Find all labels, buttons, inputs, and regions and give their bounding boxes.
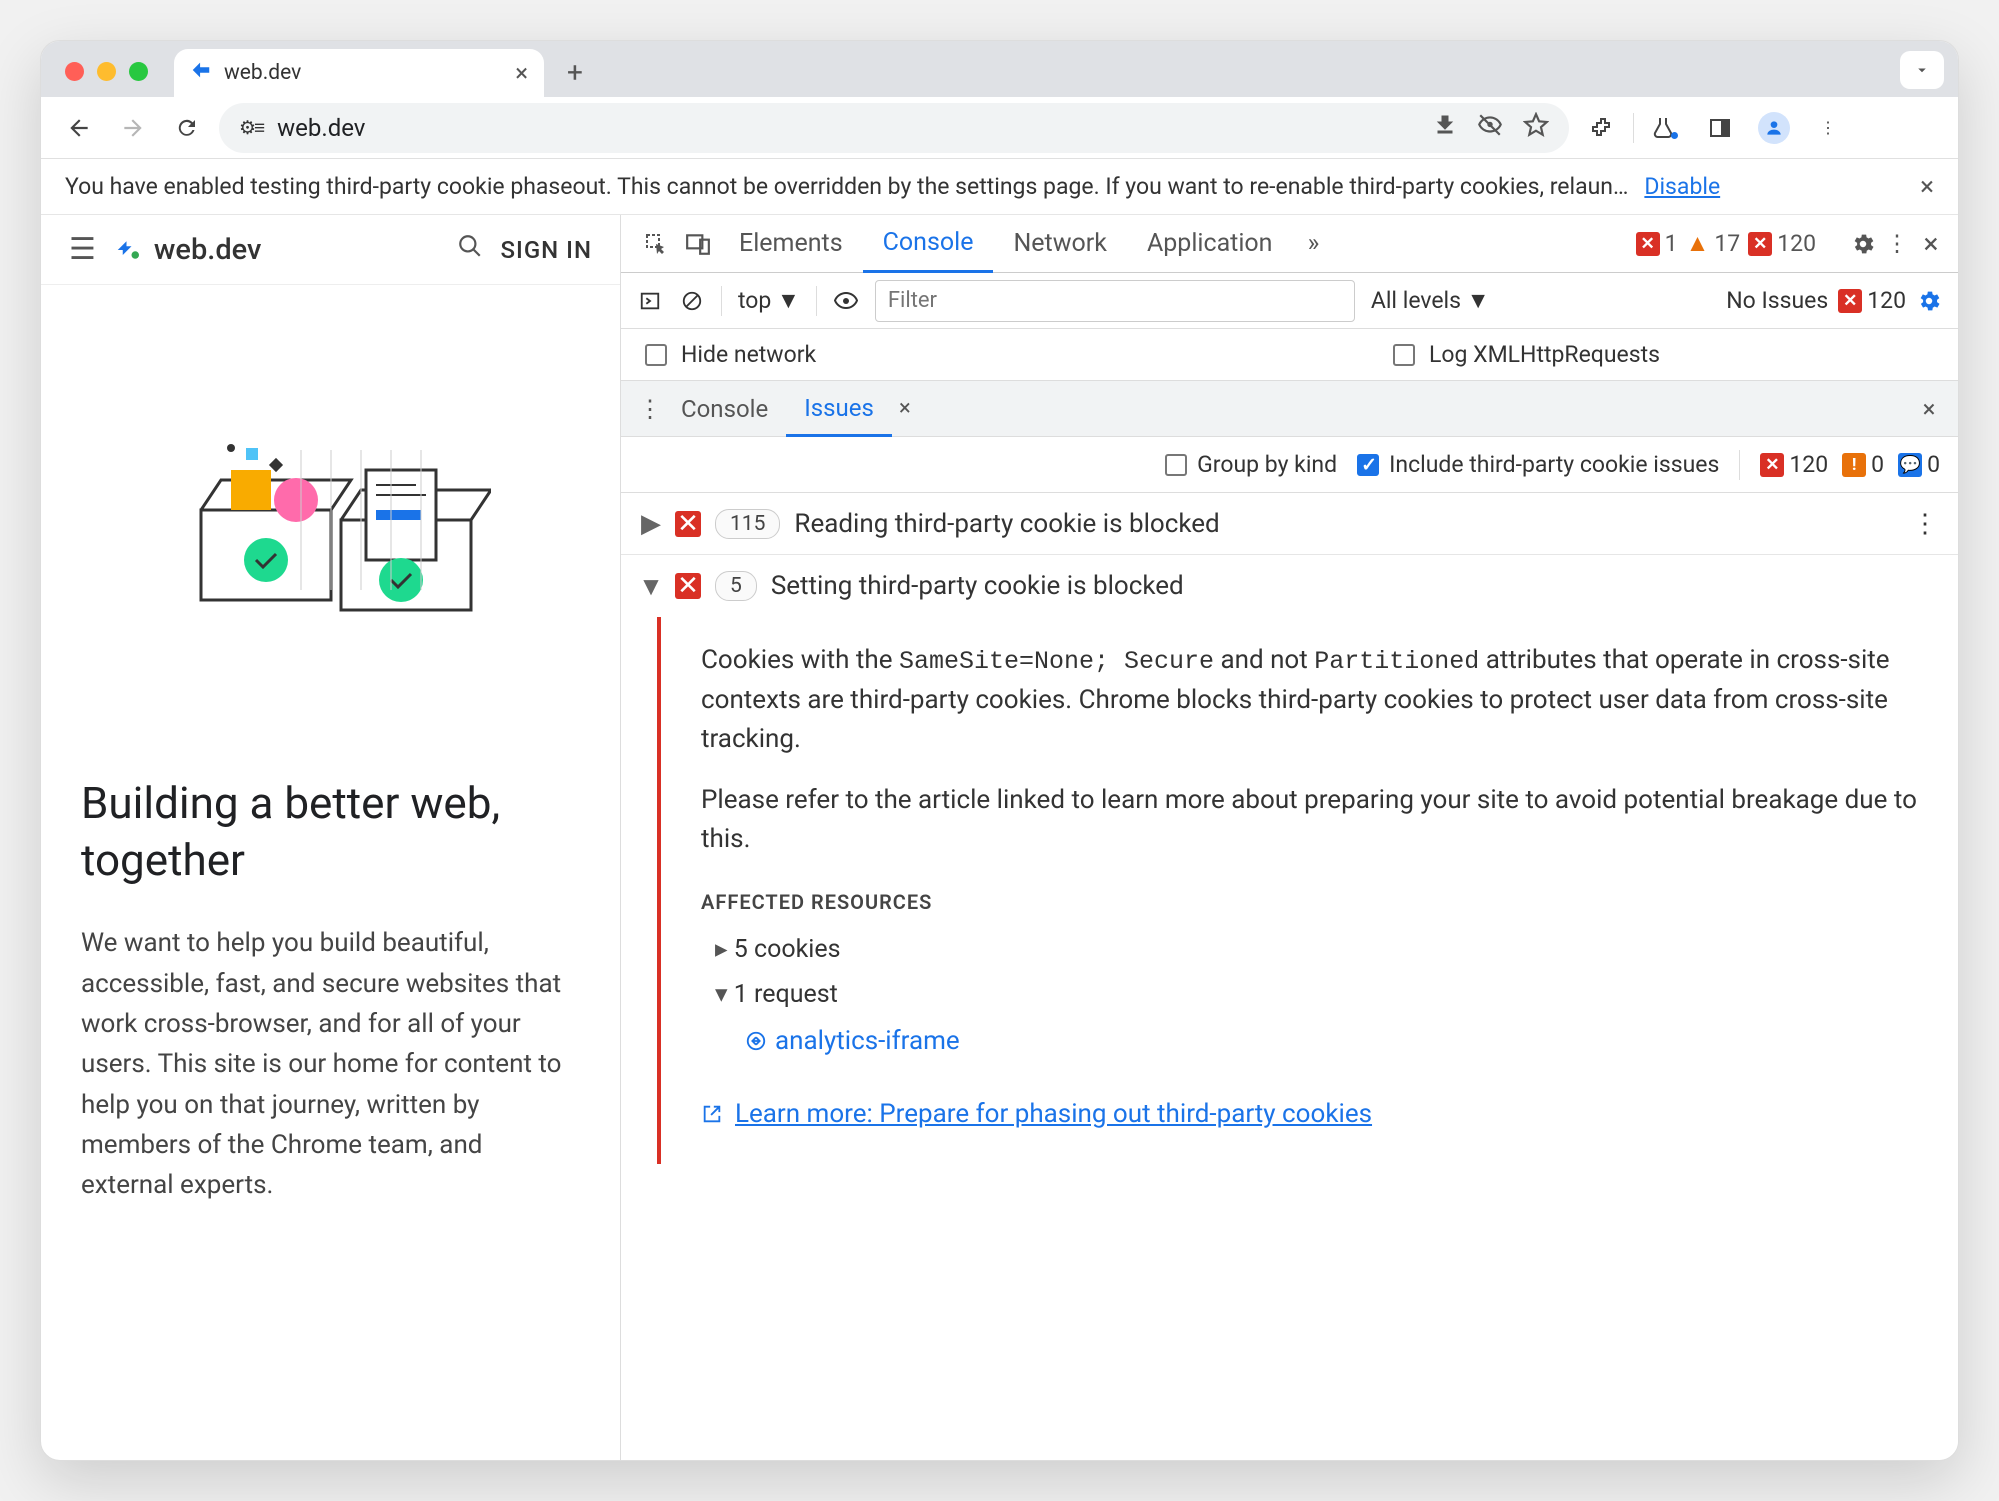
url-text: web.dev: [277, 114, 365, 142]
issue-count-badge: 5: [715, 571, 757, 601]
info-bar: You have enabled testing third-party coo…: [41, 159, 1958, 215]
issue-row[interactable]: ▼ ✕ 5 Setting third-party cookie is bloc…: [621, 555, 1958, 617]
warning-indicator[interactable]: ▲17: [1686, 229, 1741, 258]
disable-link[interactable]: Disable: [1644, 173, 1720, 200]
affected-request-link[interactable]: analytics-iframe: [745, 1022, 1928, 1061]
install-icon[interactable]: [1433, 113, 1457, 143]
drawer-tab-close-icon[interactable]: ×: [892, 396, 918, 421]
labs-icon[interactable]: [1644, 106, 1688, 150]
console-sidebar-icon[interactable]: [637, 290, 663, 312]
browser-window: web.dev × + ⚙≡ web.dev ⋮ You have ena: [40, 40, 1959, 1461]
hide-network-label: Hide network: [681, 341, 816, 368]
drawer-tab-issues[interactable]: Issues: [786, 382, 892, 437]
kebab-menu-icon[interactable]: ⋮: [1806, 106, 1850, 150]
side-panel-icon[interactable]: [1698, 106, 1742, 150]
issue-count-badge: 115: [715, 509, 780, 539]
issue-title: Reading third-party cookie is blocked: [794, 509, 1219, 539]
sign-in-button[interactable]: SIGN IN: [501, 236, 593, 264]
star-icon[interactable]: [1523, 112, 1549, 144]
info-bar-close-icon[interactable]: ×: [1920, 172, 1934, 202]
site-brand: web.dev: [154, 233, 262, 267]
hide-network-checkbox[interactable]: [645, 344, 667, 366]
expand-icon[interactable]: ▶: [641, 509, 661, 539]
issue-description-2: Please refer to the article linked to le…: [701, 781, 1928, 859]
log-xhr-label: Log XMLHttpRequests: [1429, 341, 1660, 368]
devtools-kebab-icon[interactable]: ⋮: [1884, 230, 1910, 257]
levels-dropdown[interactable]: All levels ▼: [1371, 287, 1490, 314]
devtools-panel: Elements Console Network Application » ✕…: [621, 215, 1958, 1460]
error-indicator[interactable]: ✕1: [1636, 230, 1678, 257]
reload-button[interactable]: [165, 106, 209, 150]
separator: [1633, 113, 1634, 143]
log-xhr-checkbox[interactable]: [1393, 344, 1415, 366]
tab-network[interactable]: Network: [993, 215, 1126, 272]
page-header: ☰ web.dev SIGN IN: [41, 215, 620, 285]
profile-avatar[interactable]: [1752, 106, 1796, 150]
include-3p-option[interactable]: Include third-party cookie issues: [1357, 451, 1719, 478]
page-body: Building a better web, together We want …: [41, 285, 620, 1245]
filter-input[interactable]: [875, 280, 1355, 322]
extensions-icon[interactable]: [1579, 106, 1623, 150]
issue-detail: Cookies with the SameSite=None; Secure a…: [657, 617, 1958, 1164]
device-toggle-icon[interactable]: [677, 231, 719, 257]
console-settings-icon[interactable]: [1916, 288, 1942, 314]
collapse-icon[interactable]: ▼: [641, 571, 661, 602]
group-by-kind-option[interactable]: Group by kind: [1165, 451, 1337, 478]
tab-elements[interactable]: Elements: [719, 215, 863, 272]
new-tab-button[interactable]: +: [554, 51, 596, 93]
settings-icon[interactable]: [1850, 231, 1876, 257]
affected-requests[interactable]: 1 request: [715, 976, 1928, 1014]
console-toolbar: top ▼ All levels ▼ No Issues ✕120: [621, 273, 1958, 329]
page-paragraph: We want to help you build beautiful, acc…: [81, 923, 580, 1205]
tab-application[interactable]: Application: [1127, 215, 1293, 272]
menu-icon[interactable]: ☰: [69, 232, 96, 267]
eye-off-icon[interactable]: [1477, 112, 1503, 144]
drawer-tab-console[interactable]: Console: [663, 381, 786, 436]
close-tab-icon[interactable]: ×: [515, 59, 528, 87]
page-heading: Building a better web, together: [81, 775, 580, 889]
live-expression-icon[interactable]: [833, 289, 859, 313]
console-options-row: Hide network Log XMLHttpRequests: [621, 329, 1958, 381]
affected-cookies[interactable]: 5 cookies: [715, 931, 1928, 969]
devtools-close-icon[interactable]: ×: [1918, 227, 1944, 260]
issues-indicator[interactable]: ✕120: [1748, 230, 1816, 257]
content-area: ☰ web.dev SIGN IN: [41, 215, 1958, 1460]
context-selector[interactable]: top ▼: [738, 287, 800, 314]
clear-console-icon[interactable]: [679, 290, 705, 312]
window-controls: [65, 62, 148, 81]
titlebar: web.dev × +: [41, 41, 1958, 97]
rendered-page: ☰ web.dev SIGN IN: [41, 215, 621, 1460]
browser-toolbar: ⚙≡ web.dev ⋮: [41, 97, 1958, 159]
maximize-window-button[interactable]: [129, 62, 148, 81]
browser-tab[interactable]: web.dev ×: [174, 49, 544, 97]
devtools-tabstrip: Elements Console Network Application » ✕…: [621, 215, 1958, 273]
minimize-window-button[interactable]: [97, 62, 116, 81]
tab-title: web.dev: [224, 61, 301, 85]
close-window-button[interactable]: [65, 62, 84, 81]
issues-filter-bar: Group by kind Include third-party cookie…: [621, 437, 1958, 493]
no-issues-label: No Issues: [1726, 287, 1828, 314]
drawer-close-icon[interactable]: ×: [1916, 395, 1942, 423]
issue-description: Cookies with the SameSite=None; Secure a…: [701, 641, 1928, 759]
learn-more-link[interactable]: Learn more: Prepare for phasing out thir…: [701, 1095, 1928, 1134]
inspect-icon[interactable]: [635, 232, 677, 256]
affected-resources-heading: AFFECTED RESOURCES: [701, 887, 1928, 917]
site-settings-icon[interactable]: ⚙≡: [239, 116, 263, 140]
tab-console[interactable]: Console: [863, 216, 994, 273]
drawer-kebab-icon[interactable]: ⋮: [637, 395, 663, 423]
hero-illustration: [81, 355, 580, 665]
issue-kebab-icon[interactable]: ⋮: [1912, 509, 1938, 539]
issue-title: Setting third-party cookie is blocked: [771, 571, 1184, 601]
more-tabs-icon[interactable]: »: [1293, 229, 1335, 258]
info-bar-text: You have enabled testing third-party coo…: [65, 173, 1628, 200]
tabs-dropdown-button[interactable]: [1900, 51, 1944, 89]
forward-button[interactable]: [111, 106, 155, 150]
favicon-icon: [190, 59, 212, 87]
site-logo[interactable]: web.dev: [114, 233, 262, 267]
drawer-tabstrip: ⋮ Console Issues × ×: [621, 381, 1958, 437]
issue-row[interactable]: ▶ ✕ 115 Reading third-party cookie is bl…: [621, 493, 1958, 555]
address-bar[interactable]: ⚙≡ web.dev: [219, 103, 1569, 153]
back-button[interactable]: [57, 106, 101, 150]
search-icon[interactable]: [457, 233, 483, 266]
